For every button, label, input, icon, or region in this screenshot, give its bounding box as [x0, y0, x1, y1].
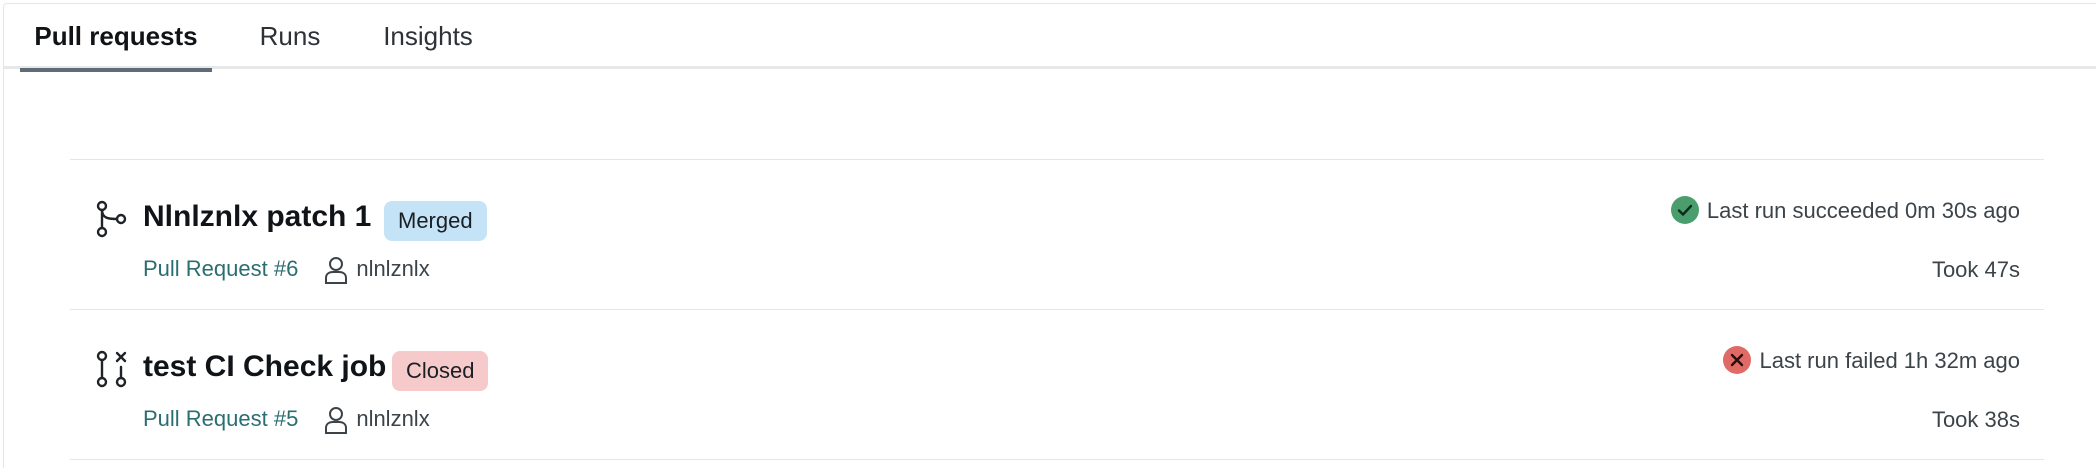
run-duration: Took 38s — [1931, 407, 2020, 432]
author-name[interactable]: nlnlznlx — [356, 406, 429, 431]
git-merge-icon — [94, 200, 128, 238]
list-item[interactable]: Nlnlznlx patch 1 Merged Pull Request #6 n… — [70, 160, 2044, 310]
status-badge: Closed — [392, 351, 489, 391]
run-duration: Took 47s — [1931, 257, 2020, 282]
user-icon — [324, 406, 348, 435]
tab-runs[interactable]: Runs — [256, 4, 324, 69]
pull-request-list: Nlnlznlx patch 1 Merged Pull Request #6 n… — [70, 159, 2044, 460]
status-badge: Merged — [384, 201, 487, 241]
pr-meta: Pull Request #6 nlnlznlx — [143, 253, 430, 285]
x-circle-icon — [1723, 346, 1752, 375]
tab-pull-requests[interactable]: Pull requests — [20, 4, 212, 72]
last-run-status: Last run succeeded 0m 30s ago — [1670, 194, 2020, 228]
pr-number-link[interactable]: Pull Request #6 — [143, 256, 298, 281]
pr-title[interactable]: test CI Check job — [143, 348, 386, 386]
git-pull-request-closed-icon — [94, 350, 128, 388]
tab-bar: Pull requests Runs Insights — [4, 4, 2096, 72]
content-panel: Pull requests Runs Insights Nlnlznlx pat… — [3, 3, 2096, 468]
check-circle-icon — [1670, 196, 1699, 225]
last-run-status: Last run failed 1h 32m ago — [1723, 344, 2020, 378]
user-icon — [324, 256, 348, 285]
status-text: Last run failed 1h 32m ago — [1759, 348, 2020, 373]
status-text: Last run succeeded 0m 30s ago — [1706, 198, 2020, 223]
list-item[interactable]: test CI Check job Closed Pull Request #5… — [70, 310, 2044, 460]
pr-number-link[interactable]: Pull Request #5 — [143, 406, 298, 431]
tab-insights[interactable]: Insights — [378, 4, 478, 69]
pr-meta: Pull Request #5 nlnlznlx — [143, 403, 430, 435]
pr-title[interactable]: Nlnlznlx patch 1 — [143, 198, 371, 236]
author-name[interactable]: nlnlznlx — [356, 256, 429, 281]
